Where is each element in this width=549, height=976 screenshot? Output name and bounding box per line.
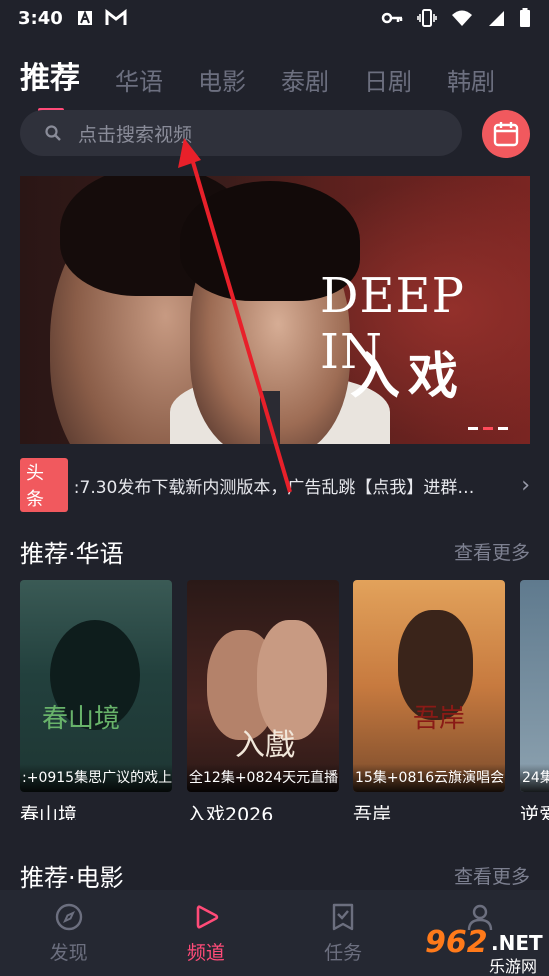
- video-caption: :+0915集思广议的戏上: [20, 764, 172, 792]
- video-card[interactable]: 24集 逆爱: [520, 580, 549, 820]
- video-card-row: 春山境 :+0915集思广议的戏上 春山境 入戲 全12集+0824天元直播 入…: [20, 580, 549, 820]
- video-poster: 吾岸 15集+0816云旗演唱会: [353, 580, 505, 792]
- watermark-number: 962: [425, 925, 488, 960]
- tab-movie[interactable]: 电影: [198, 70, 246, 94]
- carousel-dot-active: [483, 427, 493, 430]
- search-icon: [45, 125, 61, 141]
- video-poster: 24集: [520, 580, 549, 792]
- video-title: 吾岸: [353, 804, 392, 820]
- video-title: 入戏2026: [187, 804, 274, 820]
- banner-tie: [260, 391, 280, 444]
- headline-news[interactable]: 头条 :7.30发布下载新内测版本，广告乱跳【点我】进群… ›: [20, 458, 530, 512]
- video-card[interactable]: 入戲 全12集+0824天元直播 入戏2026: [187, 580, 339, 820]
- task-icon: [332, 903, 354, 931]
- video-poster: 入戲 全12集+0824天元直播: [187, 580, 339, 792]
- video-card[interactable]: 春山境 :+0915集思广议的戏上 春山境: [20, 580, 172, 820]
- video-card[interactable]: 吾岸 15集+0816云旗演唱会 吾岸: [353, 580, 505, 820]
- section-header: 推荐·电影 查看更多: [20, 858, 530, 893]
- nav-label: 频道: [186, 942, 225, 964]
- channel-tabs: 推荐 华语 电影 泰剧 日剧 韩剧: [0, 38, 549, 112]
- carousel-dot: [468, 427, 478, 430]
- watermark-sub: 乐游网: [489, 957, 538, 976]
- status-time: 3:40: [18, 7, 63, 29]
- see-more-link[interactable]: 查看更多: [454, 538, 530, 565]
- poster-title: 春山境: [42, 704, 121, 734]
- video-title: 春山境: [20, 804, 78, 820]
- vibrate-icon: [417, 9, 437, 27]
- video-caption: 15集+0816云旗演唱会: [353, 764, 505, 792]
- tab-recommend[interactable]: 推荐: [20, 64, 80, 112]
- signal-icon: [489, 11, 504, 26]
- poster-title: 入戲: [235, 728, 295, 763]
- video-poster: 春山境 :+0915集思广议的戏上: [20, 580, 172, 792]
- nav-label: 发现: [49, 942, 88, 964]
- banner-carousel[interactable]: DEEP IN 入戏: [20, 176, 530, 444]
- section-title: 推荐·华语: [20, 540, 124, 568]
- nav-channel[interactable]: 频道: [137, 890, 274, 976]
- video-title: 逆爱: [520, 804, 549, 820]
- section-title: 推荐·电影: [20, 864, 124, 892]
- carousel-dot: [498, 427, 508, 430]
- compass-icon: [55, 903, 82, 931]
- font-icon: [77, 10, 92, 25]
- key-icon: [381, 12, 403, 24]
- video-caption: 24集: [520, 764, 549, 792]
- search-bar[interactable]: 点击搜索视频: [20, 110, 462, 156]
- headline-text: :7.30发布下载新内测版本，广告乱跳【点我】进群…: [73, 477, 475, 498]
- chevron-right-icon[interactable]: ›: [521, 473, 530, 498]
- site-watermark: 962 .NET 乐游网: [415, 925, 545, 976]
- nav-discover[interactable]: 发现: [0, 890, 137, 976]
- watermark-net: .NET: [491, 931, 543, 955]
- banner-title-zh: 入戏: [350, 347, 466, 405]
- battery-icon: [520, 8, 530, 27]
- search-placeholder: 点击搜索视频: [78, 123, 193, 146]
- tab-japanese-drama[interactable]: 日剧: [364, 70, 412, 94]
- gmail-icon: [105, 9, 127, 25]
- calendar-icon: [493, 122, 519, 147]
- section-header: 推荐·华语 查看更多: [20, 534, 530, 569]
- video-caption: 全12集+0824天元直播: [187, 764, 339, 792]
- tab-chinese[interactable]: 华语: [115, 70, 163, 94]
- play-icon: [196, 905, 219, 929]
- nav-label: 任务: [324, 942, 363, 964]
- status-bar: 3:40: [0, 0, 549, 36]
- tab-korean-drama[interactable]: 韩剧: [447, 70, 495, 94]
- poster-title: 吾岸: [413, 704, 466, 734]
- calendar-button[interactable]: [482, 110, 530, 158]
- see-more-link[interactable]: 查看更多: [454, 862, 530, 889]
- nav-task[interactable]: 任务: [275, 890, 412, 976]
- headline-tag: 头条: [20, 458, 68, 512]
- wifi-icon: [452, 10, 472, 26]
- tab-thai-drama[interactable]: 泰剧: [281, 70, 329, 94]
- carousel-indicator: [468, 427, 508, 430]
